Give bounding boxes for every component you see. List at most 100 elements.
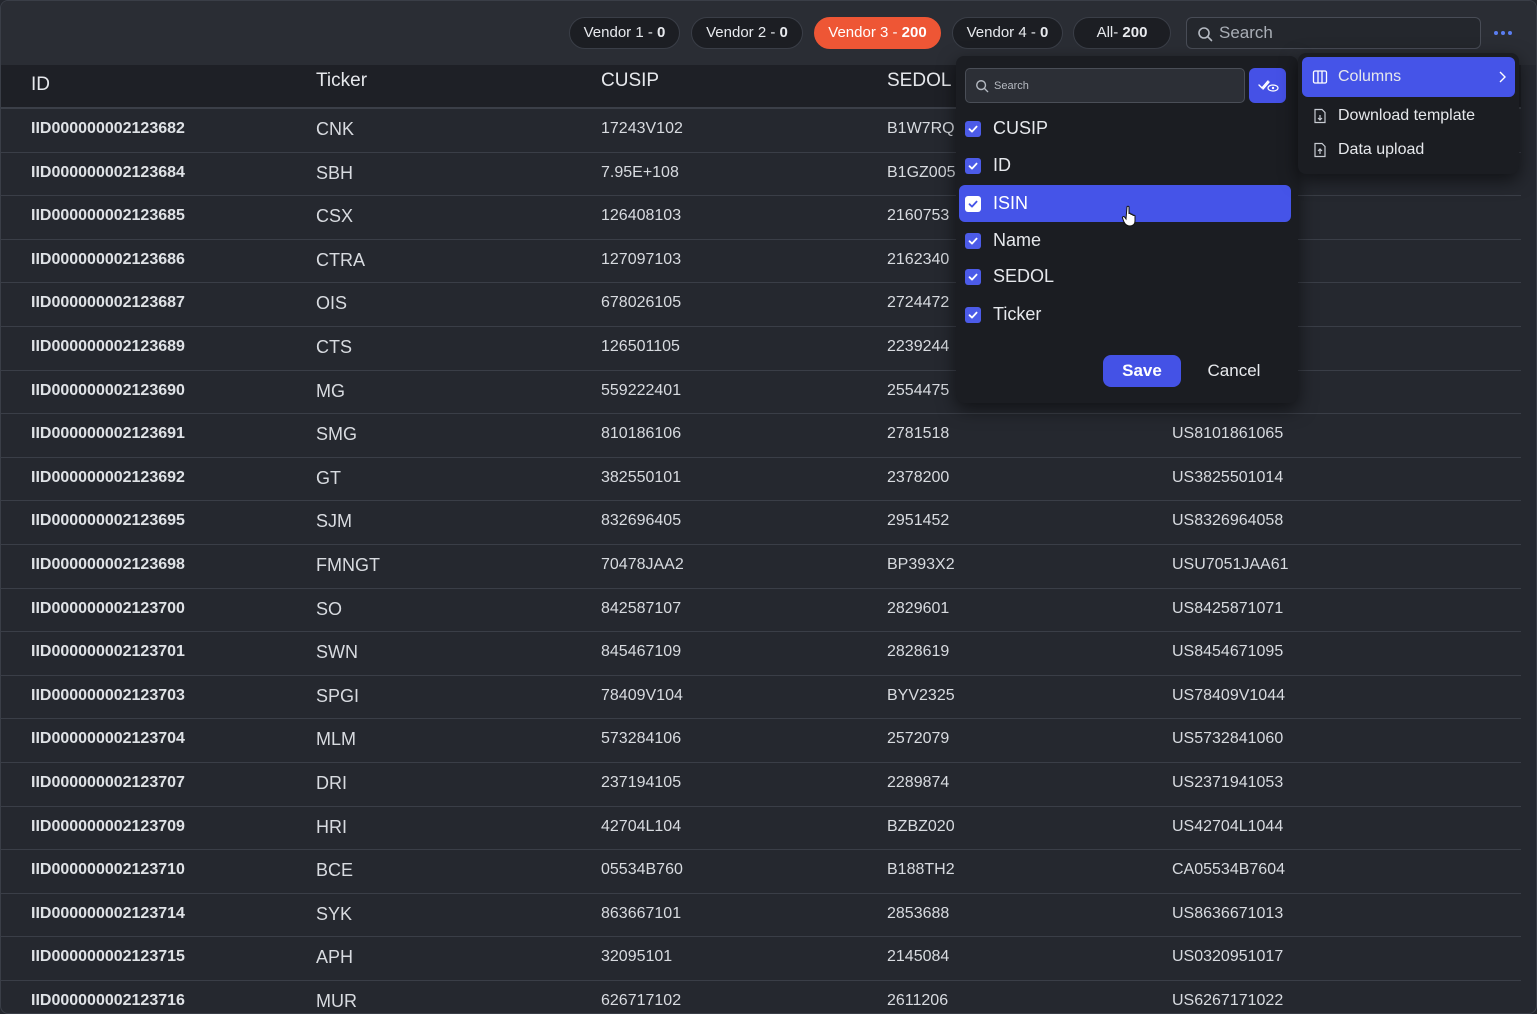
checkbox[interactable]	[965, 269, 981, 285]
cell-id: IID000000002123689	[31, 337, 185, 355]
filter-count: 200	[1122, 24, 1148, 41]
filter-vendor-1[interactable]: Vendor 1 - 0	[569, 17, 680, 49]
cell-isin: US5732841060	[1172, 730, 1284, 748]
cell-sedol: 2160753	[887, 207, 950, 225]
chevron-right-icon	[1499, 71, 1506, 83]
cell-cusip: 32095101	[601, 948, 673, 966]
cell-sedol: 2781518	[887, 425, 950, 443]
table-row[interactable]: IID000000002123704 MLM 573284106 2572079 US5…	[1, 719, 1521, 763]
cell-isin: US8454671095	[1172, 643, 1284, 661]
table-row[interactable]: IID000000002123698 FMNGT 70478JAA2 BP393X2 U…	[1, 545, 1521, 589]
cell-sedol: 2572079	[887, 730, 950, 748]
filter-label: All-	[1096, 24, 1123, 41]
save-button[interactable]: Save	[1103, 355, 1181, 387]
cancel-button[interactable]: Cancel	[1196, 355, 1272, 387]
cell-id: IID000000002123715	[31, 948, 185, 966]
cell-isin: US2371941053	[1172, 773, 1284, 791]
table-row[interactable]: IID000000002123701 SWN 845467109 2828619 US8…	[1, 632, 1521, 676]
cell-sedol: B1GZ005	[887, 163, 956, 181]
filter-label: Vendor 1 -	[583, 24, 658, 41]
cell-id: IID000000002123690	[31, 381, 185, 399]
cell-ticker: CTRA	[316, 249, 365, 270]
more-options-icon[interactable]	[1491, 21, 1515, 45]
cell-cusip: 7.95E+108	[601, 163, 679, 181]
cell-id: IID000000002123710	[31, 861, 185, 879]
header-id[interactable]: ID	[31, 65, 50, 107]
table-row[interactable]: IID000000002123700 SO 842587107 2829601 US84…	[1, 589, 1521, 633]
cell-cusip: 863667101	[601, 904, 682, 922]
cell-cusip: 832696405	[601, 512, 682, 530]
checkbox[interactable]	[965, 307, 981, 323]
menu-item-data-upload[interactable]: Data upload	[1302, 130, 1515, 170]
cell-sedol: 2378200	[887, 468, 950, 486]
cell-id: IID000000002123692	[31, 468, 185, 486]
cell-ticker: SBH	[316, 162, 354, 183]
cell-id: IID000000002123707	[31, 773, 185, 791]
cell-cusip: 70478JAA2	[601, 555, 684, 573]
table-row[interactable]: IID000000002123714 SYK 863667101 2853688 US8…	[1, 894, 1521, 938]
filter-all[interactable]: All- 200	[1073, 17, 1171, 49]
columns-icon	[1312, 70, 1328, 84]
cell-isin: US6267171022	[1172, 991, 1284, 1009]
app-window: Vendor 1 - 0 Vendor 2 - 0 Vendor 3 - 200…	[0, 0, 1537, 1014]
table-row[interactable]: IID000000002123716 MUR 626717102 2611206 US6…	[1, 981, 1521, 1013]
column-option-name[interactable]: Name	[959, 222, 1291, 259]
cell-sedol: 2162340	[887, 250, 950, 268]
cell-id: IID000000002123682	[31, 120, 185, 137]
cell-cusip: 05534B760	[601, 861, 683, 879]
cell-id: IID000000002123704	[31, 730, 185, 748]
cell-sedol: BYV2325	[887, 686, 955, 704]
filter-count: 0	[657, 24, 666, 41]
upload-file-icon	[1314, 142, 1326, 158]
search-input[interactable]	[1219, 18, 1474, 48]
table-row[interactable]: IID000000002123692 GT 382550101 2378200 US38…	[1, 458, 1521, 502]
cell-isin: US8101861065	[1172, 425, 1284, 443]
header-cusip[interactable]: CUSIP	[601, 61, 659, 103]
menu-item-columns[interactable]: Columns	[1302, 57, 1515, 97]
column-option-sedol[interactable]: SEDOL	[959, 258, 1291, 295]
table-row[interactable]: IID000000002123709 HRI 42704L104 BZBZ020 US4…	[1, 807, 1521, 851]
column-option-cusip[interactable]: CUSIP	[959, 110, 1291, 147]
cell-isin: US3825501014	[1172, 468, 1284, 486]
table-row[interactable]: IID000000002123707 DRI 237194105 2289874 US2…	[1, 763, 1521, 807]
checkbox[interactable]	[965, 196, 981, 212]
checkbox[interactable]	[965, 233, 981, 249]
cell-id: IID000000002123716	[31, 991, 185, 1009]
toggle-all-visibility-button[interactable]	[1249, 68, 1286, 103]
search-box[interactable]	[1186, 17, 1481, 49]
filter-vendor-4[interactable]: Vendor 4 - 0	[952, 17, 1063, 49]
cell-ticker: OIS	[316, 293, 348, 314]
cell-ticker: CSX	[316, 206, 354, 227]
eye-check-icon	[1258, 80, 1279, 92]
column-option-id[interactable]: ID	[959, 147, 1291, 184]
filter-vendor-2[interactable]: Vendor 2 - 0	[691, 17, 803, 49]
table-row[interactable]: IID000000002123695 SJM 832696405 2951452 US8…	[1, 501, 1521, 545]
header-sedol[interactable]: SEDOL	[887, 61, 951, 103]
checkmark-icon	[968, 162, 978, 170]
header-ticker[interactable]: Ticker	[316, 61, 367, 103]
cell-sedol: 2145084	[887, 948, 950, 966]
cell-ticker: FMNGT	[316, 554, 380, 575]
cell-sedol: 2828619	[887, 643, 950, 661]
table-row[interactable]: IID000000002123691 SMG 810186106 2781518 US8…	[1, 414, 1521, 458]
checkmark-icon	[968, 273, 978, 281]
cell-isin: CA05534B7604	[1172, 861, 1285, 879]
cell-sedol: 2853688	[887, 904, 950, 922]
checkmark-icon	[968, 125, 978, 133]
cell-sedol: 2554475	[887, 381, 950, 399]
cell-ticker: CNK	[316, 119, 355, 139]
cell-cusip: 573284106	[601, 730, 682, 748]
filter-vendor-3[interactable]: Vendor 3 - 200	[814, 17, 941, 49]
table-row[interactable]: IID000000002123715 APH 32095101 2145084 US03…	[1, 937, 1521, 981]
column-search-input[interactable]	[994, 69, 1239, 102]
table-row[interactable]: IID000000002123710 BCE 05534B760 B188TH2 CA0…	[1, 850, 1521, 894]
checkbox[interactable]	[965, 121, 981, 137]
column-search-box[interactable]	[965, 68, 1245, 103]
cell-isin: US8636671013	[1172, 904, 1284, 922]
cell-id: IID000000002123684	[31, 163, 185, 181]
column-option-ticker[interactable]: Ticker	[959, 296, 1291, 333]
cell-ticker: MG	[316, 380, 345, 401]
checkbox[interactable]	[965, 158, 981, 174]
table-row[interactable]: IID000000002123703 SPGI 78409V104 BYV2325 US…	[1, 676, 1521, 720]
filter-count: 200	[901, 24, 927, 41]
